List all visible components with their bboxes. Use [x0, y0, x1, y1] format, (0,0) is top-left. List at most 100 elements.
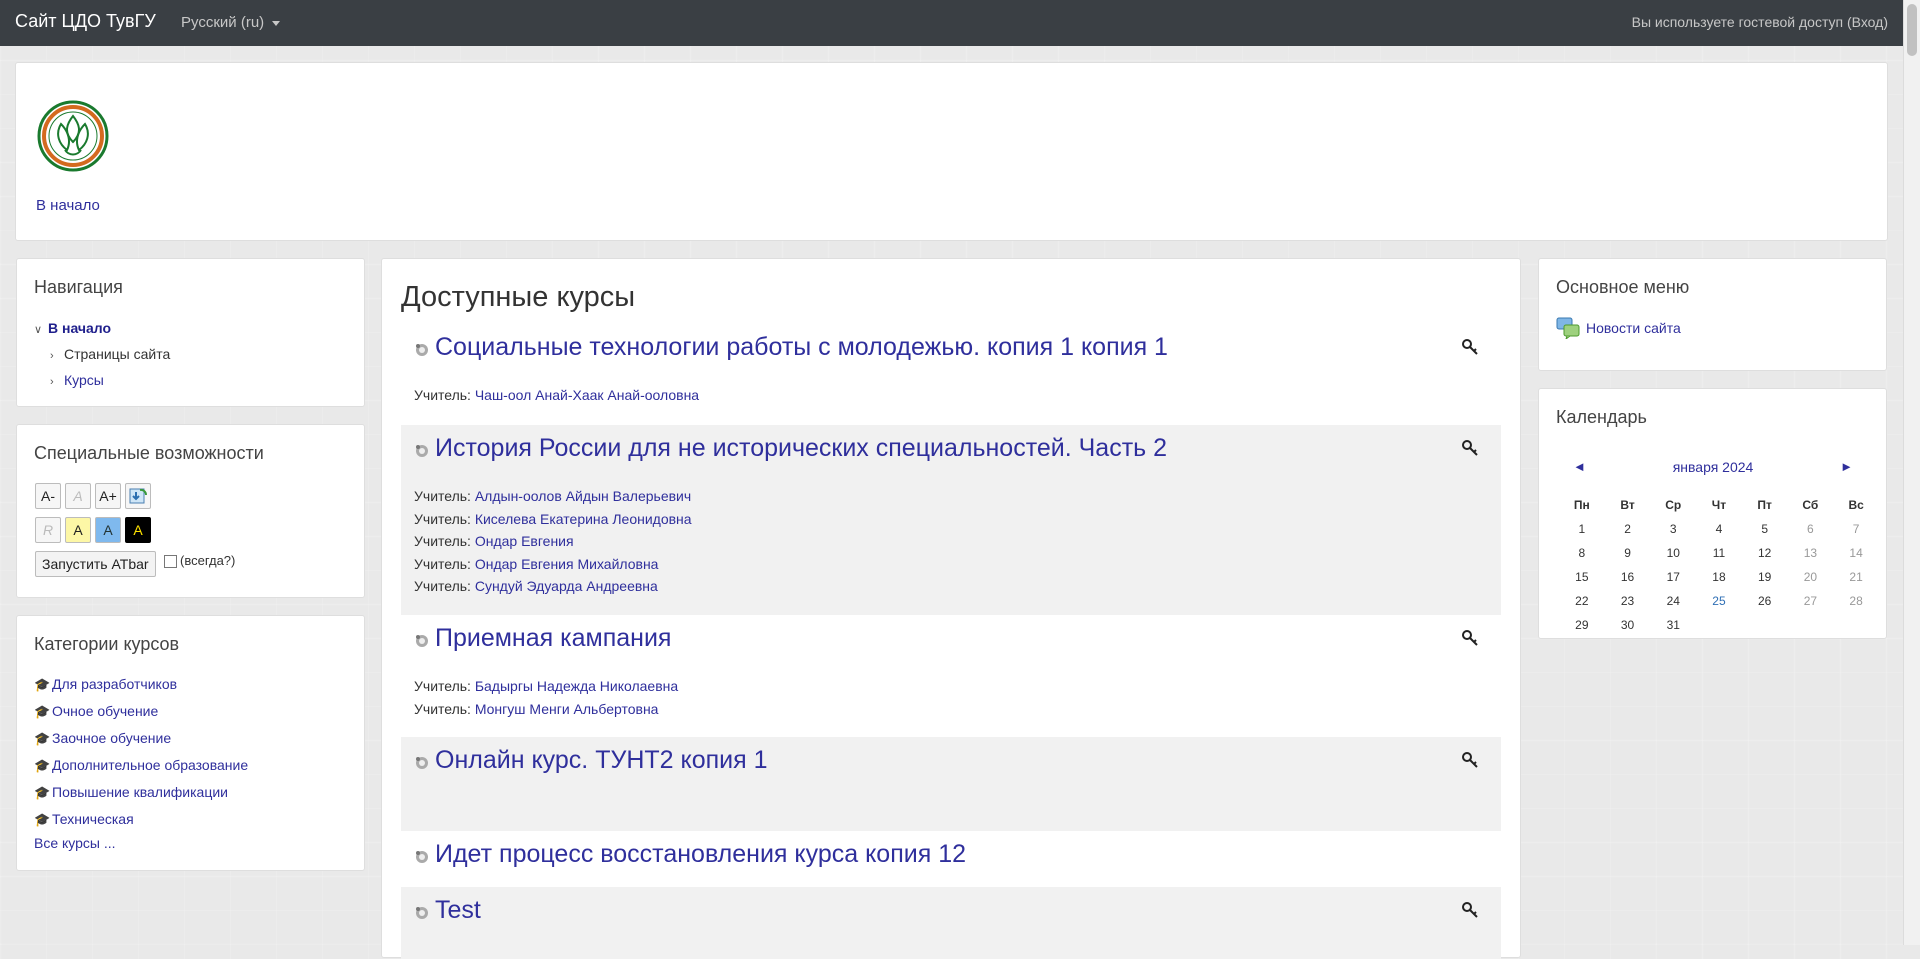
calendar-day[interactable]: 2: [1605, 517, 1651, 541]
calendar-week-row: 8 9 10 11 12 13 14: [1559, 541, 1879, 565]
guest-login-link[interactable]: Вы используете гостевой доступ (Вход): [1632, 14, 1888, 30]
calendar-day[interactable]: 29: [1559, 613, 1605, 637]
calendar-day: [1833, 613, 1879, 637]
course-title-link[interactable]: Социальные технологии работы с молодежью…: [435, 333, 1168, 362]
calendar-day[interactable]: 16: [1605, 565, 1651, 589]
weekday-label: Вт: [1620, 498, 1635, 512]
decrease-font-button[interactable]: A-: [35, 483, 61, 509]
calendar-day[interactable]: 8: [1559, 541, 1605, 565]
calendar-day[interactable]: 9: [1605, 541, 1651, 565]
calendar-day[interactable]: 3: [1650, 517, 1696, 541]
category-link[interactable]: Повышение квалификации: [52, 784, 228, 800]
page-scrollbar[interactable]: [1903, 0, 1920, 945]
calendar-day[interactable]: 30: [1605, 613, 1651, 637]
site-news-item[interactable]: Новости сайта: [1556, 317, 1681, 339]
nav-item-home[interactable]: ∨ В начало: [34, 315, 170, 341]
reset-colors-button[interactable]: R: [35, 517, 61, 543]
category-item[interactable]: 🎓 Повышение квалификации: [34, 779, 248, 806]
teacher-link[interactable]: Монгуш Менги Альбертовна: [475, 701, 659, 717]
calendar-day[interactable]: 4: [1696, 517, 1742, 541]
teacher-link[interactable]: Сундуй Эдуарда Андреевна: [475, 578, 658, 594]
checkbox-icon[interactable]: [164, 555, 177, 569]
teacher-link[interactable]: Бадыргы Надежда Николаевна: [475, 678, 678, 694]
calendar-day[interactable]: 18: [1696, 565, 1742, 589]
next-month-arrow-icon[interactable]: ►: [1840, 459, 1853, 474]
home-link[interactable]: В начало: [36, 197, 100, 214]
nav-home-label[interactable]: В начало: [48, 320, 111, 336]
calendar-day[interactable]: 17: [1650, 565, 1696, 589]
category-item[interactable]: 🎓 Техническая: [34, 806, 248, 833]
category-item[interactable]: 🎓 Заочное обучение: [34, 725, 248, 752]
calendar-day-today[interactable]: 25: [1696, 589, 1742, 613]
calendar-day[interactable]: 22: [1559, 589, 1605, 613]
calendar-week-row: 22 23 24 25 26 27 28: [1559, 589, 1879, 613]
category-link[interactable]: Очное обучение: [52, 703, 158, 719]
teacher-list: Учитель: Бадыргы Надежда Николаевна Учит…: [414, 675, 678, 720]
nav-item-courses[interactable]: › Курсы: [34, 367, 170, 393]
calendar-day[interactable]: 5: [1742, 517, 1788, 541]
category-item[interactable]: 🎓 Дополнительное образование: [34, 752, 248, 779]
scrollbar-thumb[interactable]: [1907, 4, 1917, 56]
site-news-link[interactable]: Новости сайта: [1586, 320, 1681, 336]
teacher-link[interactable]: Ондар Евгения: [475, 533, 574, 549]
calendar-day[interactable]: 28: [1833, 589, 1879, 613]
calendar-day[interactable]: 26: [1742, 589, 1788, 613]
nav-item-site-pages[interactable]: › Страницы сайта: [34, 341, 170, 367]
teacher-link[interactable]: Алдын-оолов Айдын Валерьевич: [475, 488, 691, 504]
launch-atbar-button[interactable]: Запустить ATbar: [35, 551, 156, 577]
calendar-day[interactable]: 27: [1788, 589, 1834, 613]
calendar-day[interactable]: 20: [1788, 565, 1834, 589]
language-menu[interactable]: Русский (ru): [181, 14, 281, 31]
course-title-link[interactable]: Онлайн курс. ТУНТ2 копия 1: [435, 746, 768, 775]
font-size-toolbar: A- A A+: [35, 483, 151, 509]
calendar-day[interactable]: 23: [1605, 589, 1651, 613]
category-link[interactable]: Заочное обучение: [52, 730, 171, 746]
category-link[interactable]: Для разработчиков: [52, 676, 177, 692]
blue-scheme-button[interactable]: A: [95, 517, 121, 543]
teacher-link[interactable]: Киселева Екатерина Леонидовна: [475, 511, 692, 527]
calendar-day[interactable]: 15: [1559, 565, 1605, 589]
category-link[interactable]: Дополнительное образование: [52, 757, 248, 773]
teacher-link[interactable]: Ондар Евгения Михайловна: [475, 556, 659, 572]
course-icon: [416, 851, 428, 863]
calendar-day[interactable]: 21: [1833, 565, 1879, 589]
categories-title: Категории курсов: [34, 634, 180, 654]
calendar-day[interactable]: 10: [1650, 541, 1696, 565]
graduation-cap-icon: 🎓: [34, 731, 51, 746]
reset-font-button[interactable]: A: [65, 483, 91, 509]
save-settings-button[interactable]: [125, 483, 151, 509]
category-link[interactable]: Техническая: [52, 811, 134, 827]
course-title-link[interactable]: Идет процесс восстановления курса копия …: [435, 840, 966, 869]
nav-courses-label[interactable]: Курсы: [64, 372, 104, 388]
calendar-day[interactable]: 14: [1833, 541, 1879, 565]
chevron-right-icon: ›: [50, 376, 54, 388]
course-title-link[interactable]: Test: [435, 896, 481, 925]
calendar-day[interactable]: 6: [1788, 517, 1834, 541]
category-item[interactable]: 🎓 Очное обучение: [34, 698, 248, 725]
calendar-month-link[interactable]: января 2024: [1559, 459, 1867, 475]
course-icon: [416, 445, 428, 457]
teacher-row: Учитель: Киселева Екатерина Леонидовна: [414, 508, 692, 531]
increase-font-button[interactable]: A+: [95, 483, 121, 509]
category-item[interactable]: 🎓 Для разработчиков: [34, 671, 248, 698]
weekday-label: Ср: [1665, 498, 1682, 512]
yellow-scheme-button[interactable]: A: [65, 517, 91, 543]
calendar-day[interactable]: 24: [1650, 589, 1696, 613]
course-item: Онлайн курс. ТУНТ2 копия 1: [401, 737, 1501, 831]
black-scheme-button[interactable]: A: [125, 517, 151, 543]
calendar-day[interactable]: 31: [1650, 613, 1696, 637]
calendar-day[interactable]: 12: [1742, 541, 1788, 565]
teacher-row: Учитель: Сундуй Эдуарда Андреевна: [414, 575, 692, 598]
all-courses-link[interactable]: Все курсы ...: [34, 835, 116, 851]
calendar-day[interactable]: 13: [1788, 541, 1834, 565]
always-checkbox[interactable]: (всегда?): [164, 553, 235, 569]
calendar-day[interactable]: 11: [1696, 541, 1742, 565]
calendar-day[interactable]: 1: [1559, 517, 1605, 541]
teacher-label: Учитель:: [414, 700, 471, 717]
course-title-link[interactable]: История России для не исторических специ…: [435, 434, 1167, 463]
site-brand-link[interactable]: Сайт ЦДО ТувГУ: [15, 11, 156, 32]
calendar-day[interactable]: 19: [1742, 565, 1788, 589]
calendar-day[interactable]: 7: [1833, 517, 1879, 541]
teacher-link[interactable]: Чаш-оол Анай-Хаак Анай-ооловна: [475, 387, 699, 403]
course-title-link[interactable]: Приемная кампания: [435, 624, 671, 653]
